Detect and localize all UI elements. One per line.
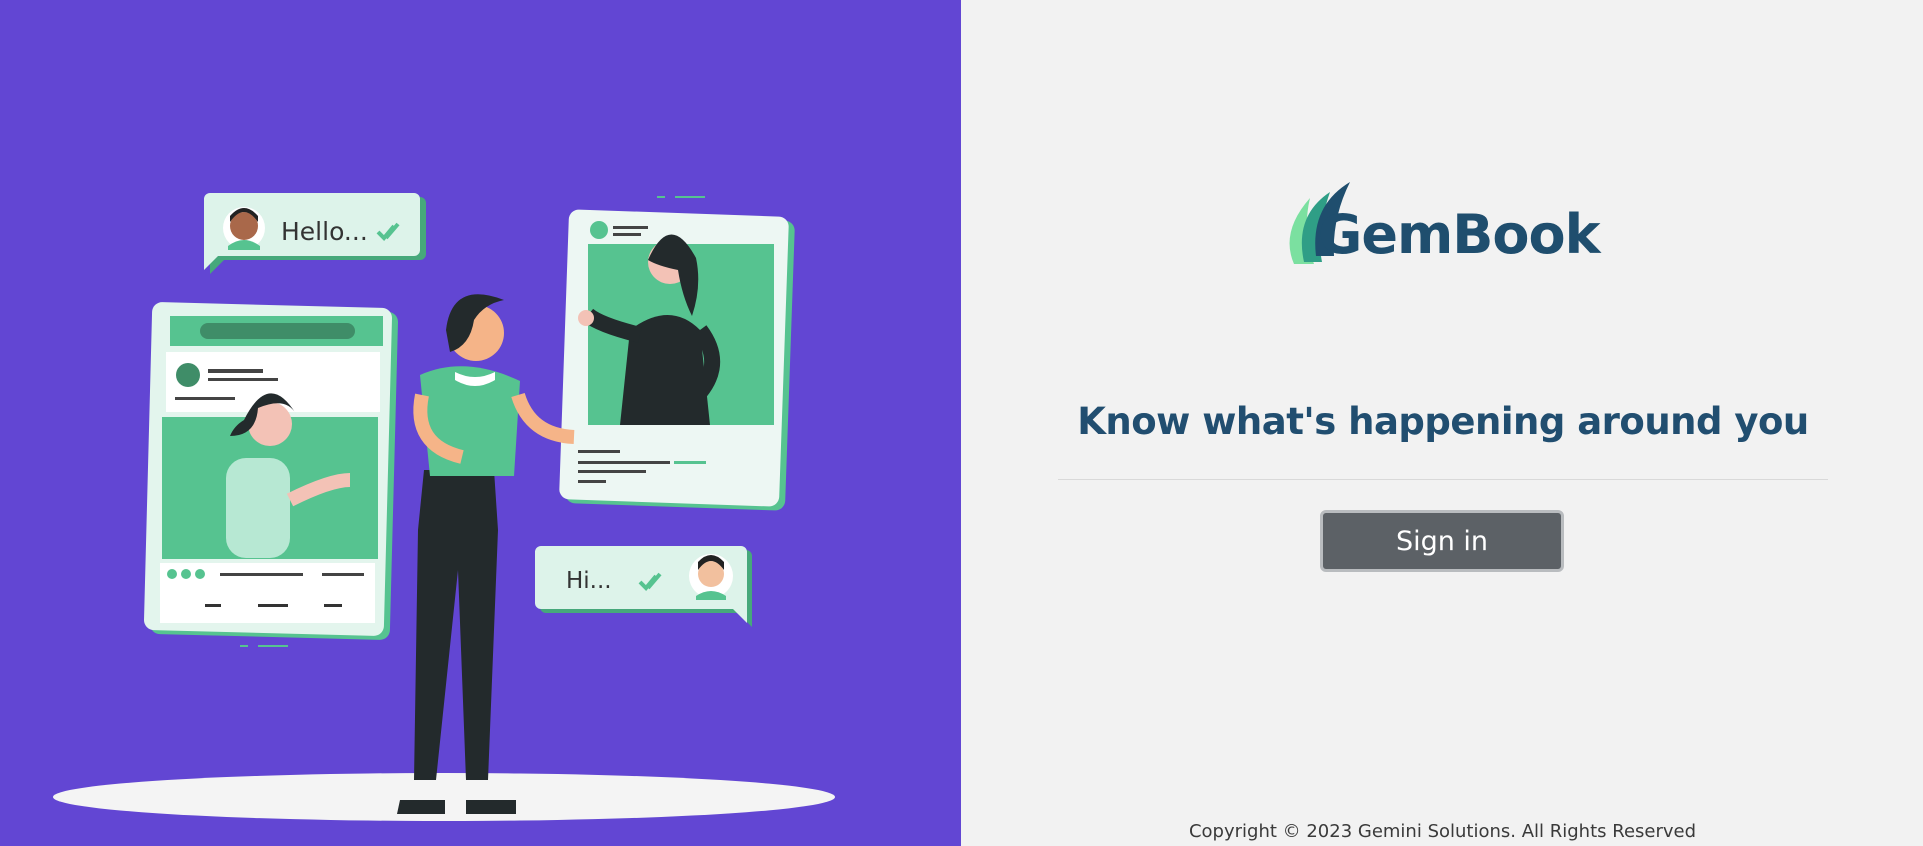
divider [1058, 479, 1828, 480]
hello-bubble-text: Hello... [281, 217, 368, 246]
illustration-panel: Hello... Hi... [0, 0, 961, 846]
sign-in-button[interactable]: Sign in [1320, 510, 1564, 572]
copyright-text: Copyright © 2023 Gemini Solutions. All R… [1188, 821, 1697, 842]
right-phone-mockup [559, 196, 795, 511]
social-media-illustration: Hello... Hi... [0, 0, 961, 846]
left-phone-mockup [144, 302, 398, 647]
brand-name: GemBook [1318, 203, 1600, 266]
hero-tagline: Know what's happening around you [1077, 400, 1809, 443]
hi-bubble-text: Hi... [566, 568, 612, 594]
